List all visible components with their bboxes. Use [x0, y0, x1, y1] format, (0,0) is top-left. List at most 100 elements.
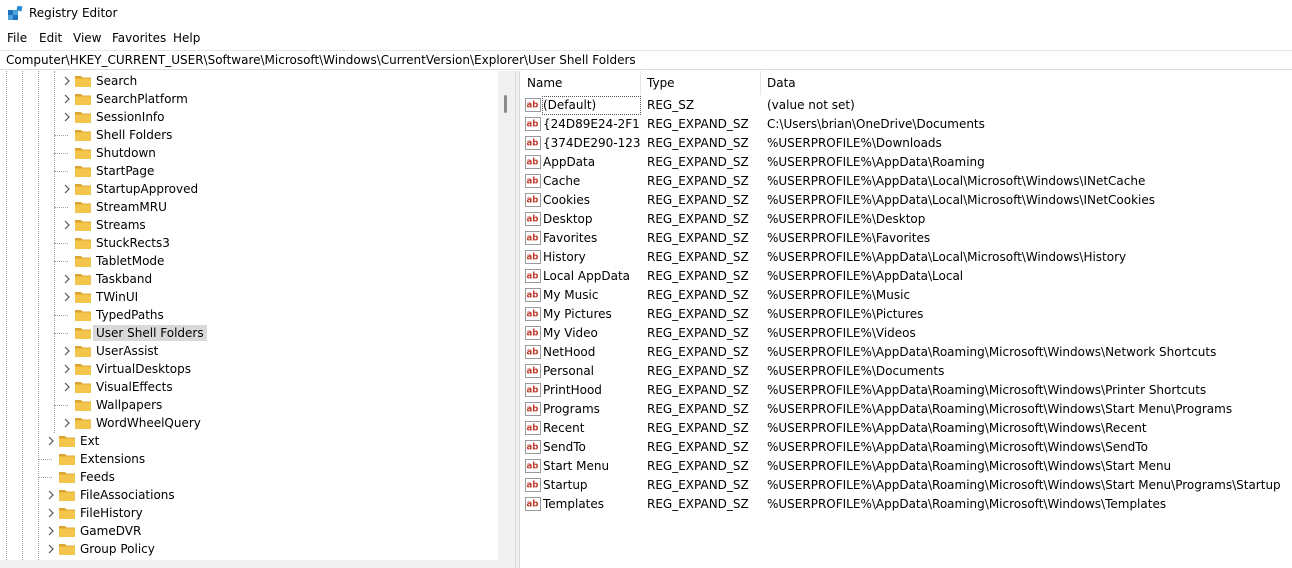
tree-item[interactable]: FileAssociations [0, 486, 498, 504]
tree-item[interactable]: StartPage [0, 162, 498, 180]
tree-item-label[interactable]: Wallpapers [93, 397, 165, 413]
chevron-right-icon[interactable] [62, 346, 72, 356]
tree-item[interactable]: SearchPlatform [0, 90, 498, 108]
value-name[interactable]: My Video [543, 325, 640, 342]
value-name[interactable]: History [543, 249, 640, 266]
tree-item[interactable]: VirtualDesktops [0, 360, 498, 378]
value-row[interactable]: ab My Video REG_EXPAND_SZ %USERPROFILE%\Vid… [520, 324, 1292, 343]
value-name[interactable]: My Music [543, 287, 640, 304]
tree-item[interactable]: Shell Folders [0, 126, 498, 144]
chevron-right-icon[interactable] [62, 364, 72, 374]
column-header-data[interactable]: Data [760, 71, 1060, 95]
chevron-right-icon[interactable] [62, 220, 72, 230]
value-row[interactable]: ab (Default) REG_SZ (value not set) [520, 96, 1292, 115]
tree-item-label[interactable]: Taskband [93, 271, 155, 287]
tree-item-label[interactable]: VirtualDesktops [93, 361, 194, 377]
tree-item[interactable]: VisualEffects [0, 378, 498, 396]
chevron-right-icon[interactable] [62, 274, 72, 284]
tree-item[interactable]: Feeds [0, 468, 498, 486]
tree-item[interactable]: Streams [0, 216, 498, 234]
value-row[interactable]: ab Cookies REG_EXPAND_SZ %USERPROFILE%\AppD… [520, 191, 1292, 210]
menu-edit[interactable]: Edit [38, 31, 63, 45]
chevron-right-icon[interactable] [62, 94, 72, 104]
value-name[interactable]: Startup [543, 477, 640, 494]
address-bar[interactable]: Computer\HKEY_CURRENT_USER\Software\Micr… [0, 50, 1292, 70]
column-header-name[interactable]: Name [520, 71, 640, 95]
tree-item-label[interactable]: Group Policy [77, 541, 158, 557]
tree-item-label[interactable]: StartupApproved [93, 181, 201, 197]
value-name[interactable]: Cookies [543, 192, 640, 209]
value-name[interactable]: {374DE290-123F... [543, 135, 640, 152]
chevron-right-icon[interactable] [46, 526, 56, 536]
chevron-right-icon[interactable] [62, 112, 72, 122]
address-path[interactable]: Computer\HKEY_CURRENT_USER\Software\Micr… [6, 53, 636, 67]
tree-item-label[interactable]: TabletMode [93, 253, 167, 269]
tree-item-label[interactable]: StartPage [93, 163, 157, 179]
tree-item-label[interactable]: Search [93, 73, 140, 89]
tree-item[interactable]: User Shell Folders [0, 324, 498, 342]
tree-item-label[interactable]: Shutdown [93, 145, 159, 161]
tree-item[interactable]: Taskband [0, 270, 498, 288]
chevron-right-icon[interactable] [46, 544, 56, 554]
tree-item-label[interactable]: Ext [77, 433, 102, 449]
value-row[interactable]: ab Desktop REG_EXPAND_SZ %USERPROFILE%\Desk… [520, 210, 1292, 229]
value-row[interactable]: ab Startup REG_EXPAND_SZ %USERPROFILE%\AppD… [520, 476, 1292, 495]
tree-item-label[interactable]: GameDVR [77, 523, 144, 539]
scrollbar-thumb[interactable] [504, 95, 507, 113]
value-row[interactable]: ab Recent REG_EXPAND_SZ %USERPROFILE%\AppDa… [520, 419, 1292, 438]
value-name[interactable]: Favorites [543, 230, 640, 247]
value-row[interactable]: ab {24D89E24-2F19... REG_EXPAND_SZ C:\Users… [520, 115, 1292, 134]
value-name[interactable]: AppData [543, 154, 640, 171]
tree-item-label[interactable]: FileHistory [77, 505, 146, 521]
value-name[interactable]: PrintHood [543, 382, 640, 399]
tree-item-label[interactable]: Shell Folders [93, 127, 175, 143]
value-row[interactable]: ab Favorites REG_EXPAND_SZ %USERPROFILE%\Fa… [520, 229, 1292, 248]
value-name[interactable]: SendTo [543, 439, 640, 456]
chevron-right-icon[interactable] [62, 292, 72, 302]
tree-item[interactable]: StuckRects3 [0, 234, 498, 252]
value-name[interactable]: Recent [543, 420, 640, 437]
tree-item-label[interactable]: FileAssociations [77, 487, 178, 503]
tree-item[interactable]: Extensions [0, 450, 498, 468]
tree-item-label[interactable]: SearchPlatform [93, 91, 191, 107]
tree-item-label[interactable]: UserAssist [93, 343, 161, 359]
tree-item-label[interactable]: Extensions [77, 451, 148, 467]
value-name[interactable]: Personal [543, 363, 640, 380]
tree-item[interactable]: TypedPaths [0, 306, 498, 324]
chevron-right-icon[interactable] [46, 436, 56, 446]
tree-item[interactable]: StreamMRU [0, 198, 498, 216]
value-name[interactable]: NetHood [543, 344, 640, 361]
tree-item[interactable]: UserAssist [0, 342, 498, 360]
value-row[interactable]: ab Templates REG_EXPAND_SZ %USERPROFILE%\Ap… [520, 495, 1292, 514]
value-row[interactable]: ab PrintHood REG_EXPAND_SZ %USERPROFILE%\Ap… [520, 381, 1292, 400]
value-row[interactable]: ab Start Menu REG_EXPAND_SZ %USERPROFILE%\A… [520, 457, 1292, 476]
chevron-right-icon[interactable] [62, 382, 72, 392]
tree-item[interactable]: Shutdown [0, 144, 498, 162]
value-name[interactable]: Templates [543, 496, 640, 513]
tree-item-label[interactable]: TypedPaths [93, 307, 167, 323]
tree-item-label[interactable]: StreamMRU [93, 199, 170, 215]
tree-item-label[interactable]: StuckRects3 [93, 235, 173, 251]
menu-help[interactable]: Help [172, 31, 201, 45]
tree-item[interactable]: Wallpapers [0, 396, 498, 414]
tree-item[interactable]: TWinUI [0, 288, 498, 306]
tree-item-label[interactable]: Feeds [77, 469, 118, 485]
value-row[interactable]: ab NetHood REG_EXPAND_SZ %USERPROFILE%\AppD… [520, 343, 1292, 362]
tree-item-label[interactable]: User Shell Folders [93, 325, 207, 341]
tree-item-label[interactable]: VisualEffects [93, 379, 176, 395]
menu-file[interactable]: File [6, 31, 28, 45]
value-name[interactable]: Programs [543, 401, 640, 418]
tree-item-label[interactable]: Streams [93, 217, 149, 233]
chevron-right-icon[interactable] [46, 508, 56, 518]
tree-item[interactable]: Group Policy [0, 540, 498, 558]
tree-item[interactable]: Search [0, 72, 498, 90]
chevron-right-icon[interactable] [62, 184, 72, 194]
value-name[interactable]: Local AppData [543, 268, 640, 285]
value-name[interactable]: Desktop [543, 211, 640, 228]
column-header-type[interactable]: Type [640, 71, 760, 95]
chevron-right-icon[interactable] [46, 490, 56, 500]
tree-item[interactable]: TabletMode [0, 252, 498, 270]
tree-item-label[interactable]: TWinUI [93, 289, 141, 305]
value-list[interactable]: Name Type Data ab (Default) REG_SZ (value n… [520, 71, 1292, 568]
chevron-right-icon[interactable] [62, 76, 72, 86]
